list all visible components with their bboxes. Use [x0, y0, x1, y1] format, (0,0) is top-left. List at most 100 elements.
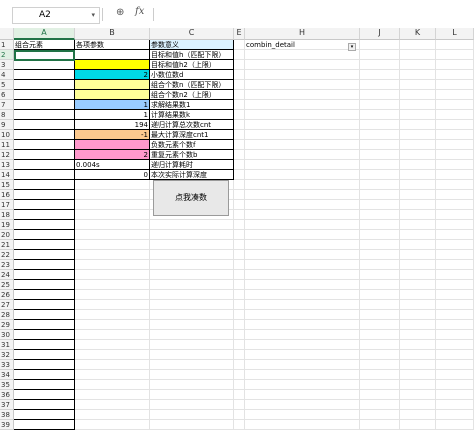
row-header[interactable]: 1 — [0, 40, 14, 50]
cell[interactable] — [400, 120, 436, 130]
column-header-B[interactable]: B — [75, 28, 150, 40]
cell[interactable] — [245, 90, 360, 100]
cell[interactable] — [150, 410, 234, 420]
cell[interactable] — [14, 60, 75, 70]
cell[interactable] — [234, 240, 245, 250]
cell[interactable] — [14, 280, 75, 290]
column-header-H[interactable]: H — [245, 28, 360, 40]
cell[interactable] — [400, 170, 436, 180]
row-header[interactable]: 36 — [0, 390, 14, 400]
cell[interactable] — [14, 260, 75, 270]
row-header[interactable]: 16 — [0, 190, 14, 200]
cell[interactable] — [360, 40, 400, 50]
cell[interactable] — [436, 200, 474, 210]
cell[interactable] — [245, 190, 360, 200]
cell[interactable] — [400, 240, 436, 250]
cell[interactable] — [360, 270, 400, 280]
cell[interactable] — [234, 110, 245, 120]
cell[interactable] — [436, 70, 474, 80]
cell[interactable] — [360, 360, 400, 370]
cell[interactable] — [75, 310, 150, 320]
cell[interactable] — [245, 50, 360, 60]
cell[interactable] — [14, 80, 75, 90]
cell[interactable] — [75, 400, 150, 410]
cell[interactable] — [360, 150, 400, 160]
param-meaning-cell[interactable]: 本次实际计算深度 — [150, 170, 234, 180]
cell[interactable] — [14, 420, 75, 430]
cell[interactable] — [436, 50, 474, 60]
row-header[interactable]: 7 — [0, 100, 14, 110]
cell[interactable] — [234, 380, 245, 390]
cell[interactable] — [436, 410, 474, 420]
cell[interactable] — [400, 400, 436, 410]
row-header[interactable]: 26 — [0, 290, 14, 300]
cell[interactable] — [436, 310, 474, 320]
cell[interactable] — [400, 80, 436, 90]
cell[interactable] — [360, 90, 400, 100]
cell[interactable] — [400, 60, 436, 70]
row-header[interactable]: 25 — [0, 280, 14, 290]
cell[interactable] — [400, 280, 436, 290]
cell[interactable] — [234, 360, 245, 370]
cell[interactable] — [150, 390, 234, 400]
cell[interactable] — [14, 410, 75, 420]
cell[interactable] — [360, 50, 400, 60]
cell[interactable] — [234, 60, 245, 70]
cell[interactable] — [14, 330, 75, 340]
cell[interactable] — [234, 310, 245, 320]
cell[interactable] — [234, 170, 245, 180]
cell[interactable] — [436, 150, 474, 160]
cell[interactable] — [75, 210, 150, 220]
param-meaning-cell[interactable]: 递归计算耗时 — [150, 160, 234, 170]
column-header-J[interactable]: J — [360, 28, 400, 40]
cell[interactable] — [400, 300, 436, 310]
cell[interactable] — [400, 150, 436, 160]
cell[interactable] — [234, 330, 245, 340]
cell[interactable] — [150, 230, 234, 240]
cell[interactable] — [400, 220, 436, 230]
cell[interactable] — [234, 190, 245, 200]
param-value-cell[interactable] — [75, 140, 150, 150]
cell[interactable] — [360, 250, 400, 260]
cell[interactable] — [234, 80, 245, 90]
param-value-cell[interactable] — [75, 50, 150, 60]
cell[interactable] — [150, 280, 234, 290]
cell[interactable] — [234, 320, 245, 330]
cell[interactable] — [234, 400, 245, 410]
param-value-cell[interactable]: 2 — [75, 150, 150, 160]
cell[interactable] — [14, 320, 75, 330]
cell[interactable] — [360, 160, 400, 170]
cell[interactable] — [234, 40, 245, 50]
cell[interactable] — [234, 100, 245, 110]
cell[interactable] — [150, 420, 234, 430]
cell[interactable] — [245, 60, 360, 70]
cell[interactable] — [360, 100, 400, 110]
column-header-K[interactable]: K — [400, 28, 436, 40]
cell[interactable] — [360, 390, 400, 400]
cell[interactable] — [234, 220, 245, 230]
cell[interactable] — [150, 310, 234, 320]
cell[interactable] — [436, 180, 474, 190]
cell[interactable] — [245, 380, 360, 390]
column-header-E[interactable]: E — [234, 28, 245, 40]
cell[interactable] — [400, 130, 436, 140]
cell[interactable] — [150, 260, 234, 270]
cell[interactable] — [360, 180, 400, 190]
cell[interactable] — [14, 180, 75, 190]
cell[interactable] — [234, 290, 245, 300]
row-header[interactable]: 13 — [0, 160, 14, 170]
cell[interactable] — [234, 140, 245, 150]
param-value-cell[interactable]: -1 — [75, 130, 150, 140]
row-header[interactable]: 10 — [0, 130, 14, 140]
cell[interactable] — [150, 400, 234, 410]
cell[interactable] — [436, 60, 474, 70]
cell[interactable] — [436, 270, 474, 280]
find-combination-button[interactable]: 点我凑数 — [153, 180, 229, 216]
cell[interactable] — [436, 380, 474, 390]
cell[interactable] — [245, 400, 360, 410]
cell[interactable] — [400, 390, 436, 400]
row-header[interactable]: 28 — [0, 310, 14, 320]
cell[interactable] — [150, 240, 234, 250]
cell[interactable] — [234, 230, 245, 240]
row-header[interactable]: 24 — [0, 270, 14, 280]
